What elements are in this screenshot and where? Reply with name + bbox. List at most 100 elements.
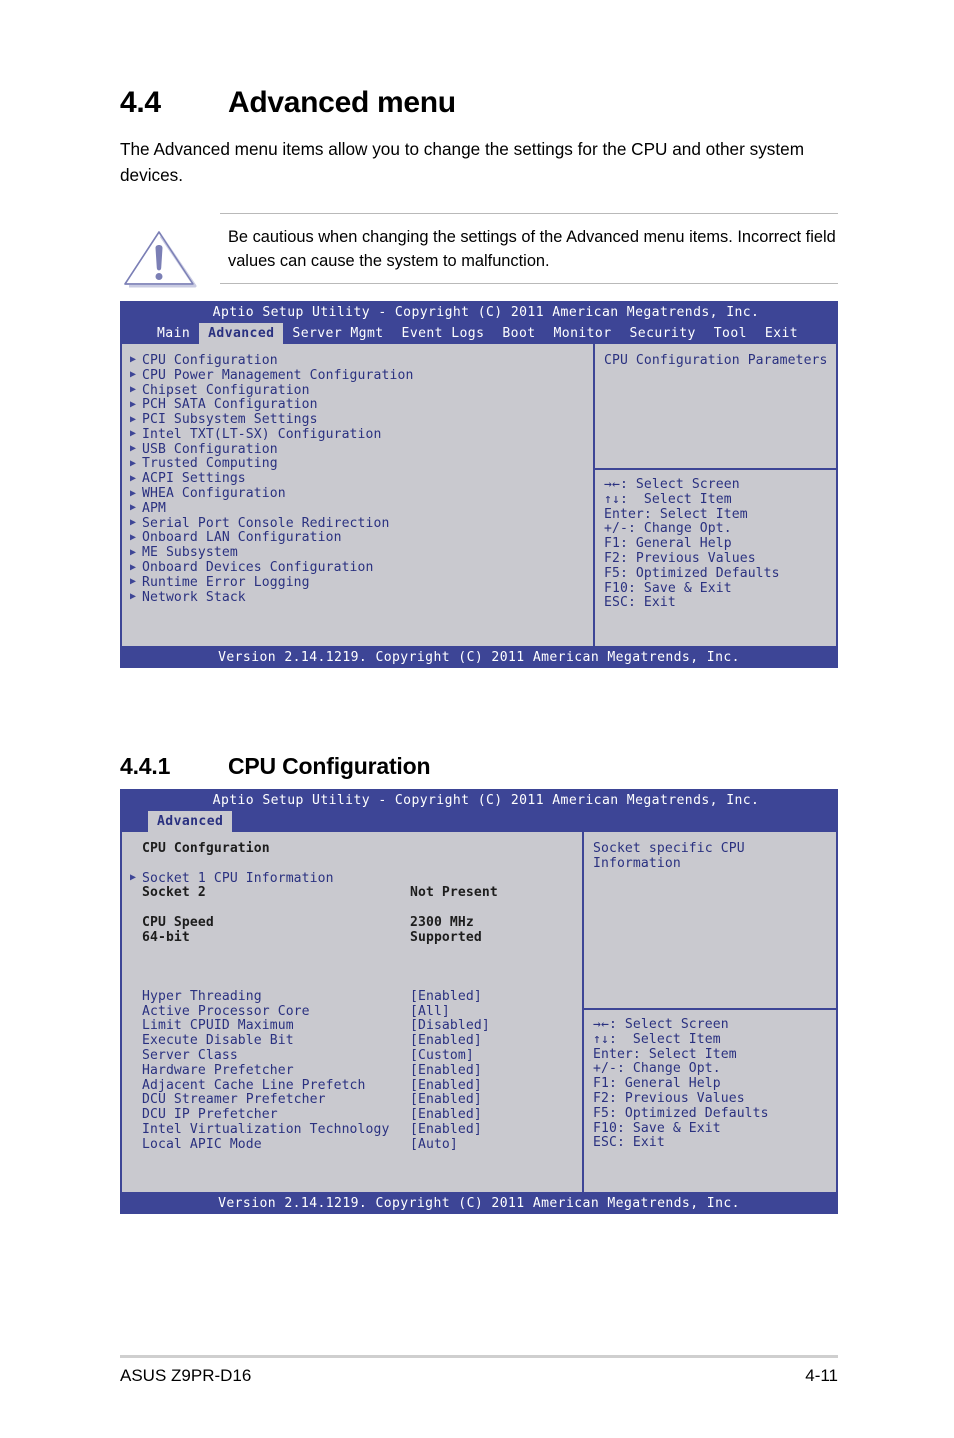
row-spacer [128,974,582,989]
bios-tab-advanced[interactable]: Advanced [148,811,233,832]
bios-tab-event-logs[interactable]: Event Logs [393,323,494,344]
setting-value: [Enabled] [410,1122,482,1138]
bios-menu-item[interactable]: ▶ APM [128,501,593,516]
key-legend-line: +/-: Change Opt. [604,521,732,537]
bios-menu-item[interactable]: ▶ WHEA Configuration [128,486,593,501]
setting-row[interactable]: ▶ Active Processor Core [All] [128,1004,582,1019]
bios-menu-item-label: Trusted Computing [142,456,278,472]
bios-menu-item-label: PCH SATA Configuration [142,397,318,413]
row-indent-spacer: ▶ [128,1095,138,1105]
bios-menu-item[interactable]: ▶ Network Stack [128,590,593,605]
chevron-right-icon: ▶ [129,871,137,883]
bios-menu-item-label: Intel TXT(LT-SX) Configuration [142,426,382,442]
setting-row[interactable]: ▶ Hardware Prefetcher [Enabled] [128,1063,582,1078]
bios-menu-item[interactable]: ▶ Chipset Configuration [128,383,593,398]
key-legend-line: F10: Save & Exit [593,1120,721,1136]
bios-menu-item[interactable]: ▶ Onboard LAN Configuration [128,530,593,546]
chevron-right-icon: ▶ [129,531,137,543]
setting-row[interactable]: ▶ Local APIC Mode [Auto] [128,1137,582,1152]
intro-paragraph: The Advanced menu items allow you to cha… [120,139,805,185]
chevron-right-icon: ▶ [129,398,137,410]
chevron-right-icon: ▶ [129,591,137,603]
bios-menu-item[interactable]: ▶ Trusted Computing [128,456,593,472]
row-indent-spacer: ▶ [128,1110,138,1120]
key-legend-line: ↑↓: Select Item [593,1031,721,1047]
setting-row[interactable]: ▶ Intel Virtualization Technology [Enabled… [128,1122,582,1137]
setting-row[interactable]: ▶ Hyper Threading [Enabled] [128,989,582,1004]
row-indent-spacer: ▶ [128,991,138,1001]
bios-menu-item[interactable]: ▶ Runtime Error Logging [128,575,593,590]
key-legend-line: F10: Save & Exit [604,580,732,596]
bios-tab-boot[interactable]: Boot [493,323,544,344]
row-indent-spacer: ▶ [128,1006,138,1016]
bios-menu-item[interactable]: ▶ Onboard Devices Configuration [128,560,593,575]
bios-tab-security[interactable]: Security [621,323,705,344]
warning-triangle-icon [120,227,198,289]
bios-tab-monitor[interactable]: Monitor [545,323,621,344]
setting-row[interactable]: ▶ Server Class [Custom] [128,1048,582,1063]
bios-menu-item-label: PCI Subsystem Settings [142,412,318,428]
bios-tab-exit[interactable]: Exit [756,323,807,344]
setting-label: Execute Disable Bit [142,1033,294,1049]
setting-value: [All] [410,1003,450,1019]
setting-row[interactable]: ▶ Execute Disable Bit [Enabled] [128,1033,582,1048]
bios-menu-item[interactable]: ▶ PCI Subsystem Settings [128,412,593,427]
setting-value: Supported [410,929,482,945]
key-legend-line: ESC: Exit [604,595,676,611]
key-legend-line: Enter: Select Item [604,506,748,522]
row-indent-spacer: ▶ [128,1036,138,1046]
setting-label: DCU IP Prefetcher [142,1107,278,1123]
bios-tab-advanced[interactable]: Advanced [199,323,284,344]
setting-label: CPU Confguration [142,840,270,856]
bios-help-title: Socket specific CPU Information [593,841,745,871]
bios-help-pane: CPU Configuration Parameters →←: Select … [595,344,836,646]
setting-value: 2300 MHz [410,914,474,930]
chevron-right-icon: ▶ [129,369,137,381]
spec-row: ▶ CPU Speed 2300 MHz [128,915,582,930]
bios-menu-item-label: CPU Power Management Configuration [142,367,414,383]
bios-menu-item-label: Onboard LAN Configuration [142,530,342,546]
setting-label: Local APIC Mode [142,1136,262,1152]
bios-menu-item-label: Network Stack [142,589,246,605]
bios-tab-main[interactable]: Main [148,323,199,344]
chevron-right-icon: ▶ [129,443,137,455]
row-indent-spacer: ▶ [128,1051,138,1061]
setting-row[interactable]: ▶ DCU Streamer Prefetcher [Enabled] [128,1092,582,1107]
row-spacer [128,945,582,960]
chevron-right-icon: ▶ [129,413,137,425]
bios-menu-item-label: Runtime Error Logging [142,574,310,590]
setting-value: [Enabled] [410,1062,482,1078]
row-indent-spacer: ▶ [128,888,138,898]
row-spacer [128,959,582,974]
bios-menu-item[interactable]: ▶ CPU Power Management Configuration [128,368,593,383]
bios-section-header: ▶ CPU Confguration [128,841,582,856]
bios-screenshot-cpu-configuration: Aptio Setup Utility - Copyright (C) 2011… [120,789,838,1214]
bios-menu-item-label: APM [142,500,166,516]
setting-row[interactable]: ▶ Limit CPUID Maximum [Disabled] [128,1018,582,1033]
chevron-right-icon: ▶ [129,383,137,395]
bios-menu-item[interactable]: ▶ CPU Configuration [128,353,593,368]
bios-tab-bar: Main Advanced Server Mgmt Event Logs Boot Mon… [120,323,838,344]
socket-1-cpu-information-item[interactable]: ▶ Socket 1 CPU Information [128,871,582,886]
bios-tab-server-mgmt[interactable]: Server Mgmt [283,323,392,344]
bios-menu-item[interactable]: ▶ USB Configuration [128,442,593,457]
bios-tab-tool[interactable]: Tool [705,323,756,344]
setting-row[interactable]: ▶ Adjacent Cache Line Prefetch [Enabled] [128,1078,582,1093]
setting-value: [Enabled] [410,1033,482,1049]
chevron-right-icon: ▶ [129,354,137,366]
chevron-right-icon: ▶ [129,457,137,469]
row-indent-spacer: ▶ [128,917,138,927]
bios-menu-item[interactable]: ▶ ACPI Settings [128,471,593,486]
bios-menu-item[interactable]: ▶ PCH SATA Configuration [128,397,593,412]
bios-key-legend: →←: Select Screen ↑↓: Select Item Enter: S… [595,470,836,611]
row-indent-spacer: ▶ [128,1021,138,1031]
bios-menu-item[interactable]: ▶ Intel TXT(LT-SX) Configuration [128,427,593,442]
bios-menu-item[interactable]: ▶ ME Subsystem [128,545,593,560]
setting-row[interactable]: ▶ DCU IP Prefetcher [Enabled] [128,1107,582,1122]
bios-title-bar: Aptio Setup Utility - Copyright (C) 2011… [120,301,838,323]
key-legend-line: F5: Optimized Defaults [604,565,780,581]
chevron-right-icon: ▶ [129,576,137,588]
bios-menu-item[interactable]: ▶ Serial Port Console Redirection [128,516,593,531]
footer-product-name: ASUS Z9PR-D16 [120,1366,252,1385]
setting-label: 64-bit [142,929,190,945]
